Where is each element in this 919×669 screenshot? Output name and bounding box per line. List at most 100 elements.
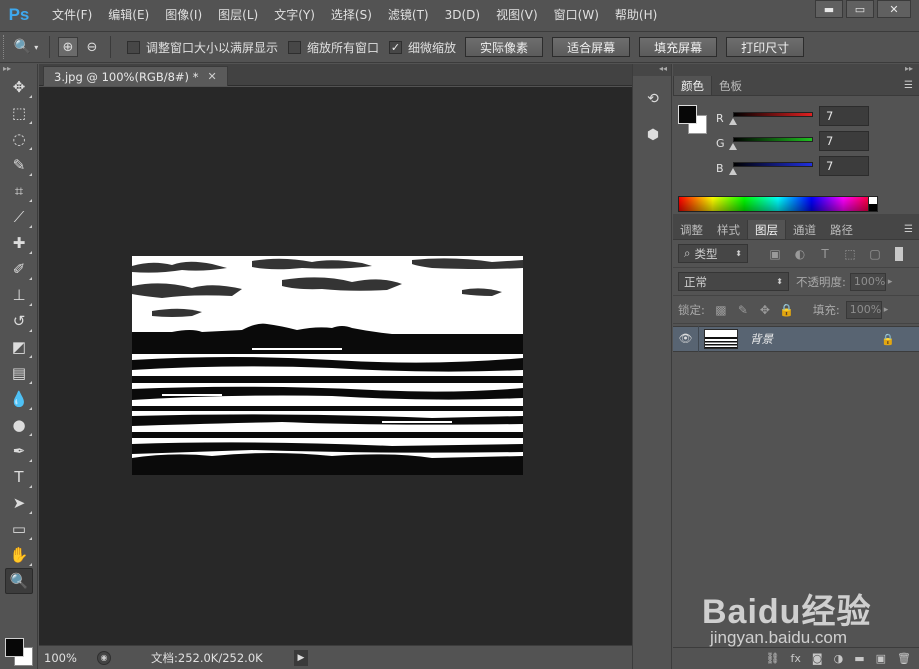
panel-menu-icon[interactable]: ☰ xyxy=(904,224,913,235)
hand-tool-icon[interactable]: ✋ xyxy=(5,542,33,568)
zoom-tool-preset-icon[interactable]: 🔍 ▾ xyxy=(9,36,43,58)
fill-screen-button[interactable]: 填充屏幕 xyxy=(639,37,718,57)
menu-window[interactable]: 窗口(W) xyxy=(546,0,607,30)
marquee-tool-icon[interactable]: ⬚ xyxy=(5,100,33,126)
document-canvas[interactable] xyxy=(132,256,523,475)
pixel-filter-icon[interactable]: ▣ xyxy=(766,247,784,261)
print-size-button[interactable]: 打印尺寸 xyxy=(726,37,805,57)
status-menu-arrow-icon[interactable]: ▶ xyxy=(294,649,308,666)
path-selection-tool-icon[interactable]: ➤ xyxy=(5,490,33,516)
clone-stamp-tool-icon[interactable]: ⊥ xyxy=(5,282,33,308)
tab-swatches[interactable]: 色板 xyxy=(712,76,749,95)
menu-help[interactable]: 帮助(H) xyxy=(607,0,665,30)
history-brush-tool-icon[interactable]: ↺ xyxy=(5,308,33,334)
close-tab-icon[interactable]: ✕ xyxy=(207,70,216,83)
healing-brush-tool-icon[interactable]: ✚ xyxy=(5,230,33,256)
3d-panel-icon[interactable]: ⬢ xyxy=(640,122,666,148)
new-layer-icon[interactable]: ▣ xyxy=(876,652,886,665)
lock-transparency-icon[interactable]: ▩ xyxy=(713,303,729,317)
fx-icon[interactable]: fx xyxy=(791,652,801,665)
check-icon[interactable]: ✓ xyxy=(389,40,403,54)
slider-thumb[interactable] xyxy=(729,118,737,125)
menu-file[interactable]: 文件(F) xyxy=(44,0,100,30)
checkbox-box[interactable] xyxy=(288,40,302,54)
tab-paths[interactable]: 路径 xyxy=(823,220,860,239)
blend-mode-select[interactable]: 正常 ⬍ xyxy=(678,272,789,291)
smart-object-filter-icon[interactable]: ▢ xyxy=(866,247,884,261)
layer-filter-select[interactable]: ⌕ 类型 ⬍ xyxy=(678,244,748,263)
move-tool-icon[interactable]: ✥ xyxy=(5,74,33,100)
opacity-field[interactable]: 100% xyxy=(849,272,886,291)
green-value-field[interactable]: 7 xyxy=(819,131,869,151)
type-tool-icon[interactable]: T xyxy=(5,464,33,490)
slider-thumb[interactable] xyxy=(729,168,737,175)
adjustment-icon[interactable]: ◑ xyxy=(834,652,844,665)
menu-image[interactable]: 图像(I) xyxy=(157,0,210,30)
red-slider[interactable]: R 7 xyxy=(716,106,916,132)
link-icon[interactable]: ⛓ xyxy=(766,652,780,665)
blue-value-field[interactable]: 7 xyxy=(819,156,869,176)
mask-icon[interactable]: ◙ xyxy=(812,652,823,665)
filter-toggle[interactable] xyxy=(895,246,903,261)
checkbox-box[interactable] xyxy=(127,40,140,54)
pen-tool-icon[interactable]: ✒ xyxy=(5,438,33,464)
document-tab[interactable]: 3.jpg @ 100%(RGB/8#) * ✕ xyxy=(43,66,228,86)
fill-dropdown-icon[interactable]: ▸ xyxy=(884,305,889,315)
menu-view[interactable]: 视图(V) xyxy=(488,0,546,30)
collapse-icon[interactable]: ▸▸ xyxy=(0,64,37,74)
folder-icon[interactable]: ▬ xyxy=(854,652,864,665)
lock-all-icon[interactable]: 🔒 xyxy=(779,303,795,317)
zoom-level-field[interactable]: 100% xyxy=(42,649,92,667)
red-track[interactable] xyxy=(733,112,813,117)
scrubby-zoom-checkbox[interactable]: ✓ 细微缩放 xyxy=(389,39,456,56)
menu-type[interactable]: 文字(Y) xyxy=(266,0,323,30)
resize-windows-checkbox[interactable]: 调整窗口大小以满屏显示 xyxy=(127,39,278,56)
adjustment-filter-icon[interactable]: ◐ xyxy=(791,247,809,261)
quick-selection-tool-icon[interactable]: ✎ xyxy=(5,152,33,178)
layer-name[interactable]: 背景 xyxy=(750,331,881,347)
tab-styles[interactable]: 样式 xyxy=(710,220,747,239)
tab-channels[interactable]: 通道 xyxy=(786,220,823,239)
lasso-tool-icon[interactable]: ◌ xyxy=(5,126,33,152)
shape-tool-icon[interactable]: ▭ xyxy=(5,516,33,542)
blue-slider[interactable]: B 7 xyxy=(716,156,916,182)
visibility-eye-icon[interactable]: 👁 xyxy=(673,326,699,352)
color-spectrum-bar[interactable] xyxy=(678,196,878,212)
menu-layer[interactable]: 图层(L) xyxy=(210,0,266,30)
zoom-tool-icon[interactable]: 🔍 xyxy=(5,568,33,594)
zoom-in-icon[interactable]: ⊕ xyxy=(58,37,78,57)
lock-position-icon[interactable]: ✥ xyxy=(757,303,773,317)
zoom-out-icon[interactable]: ⊖ xyxy=(82,37,102,57)
zoom-all-windows-checkbox[interactable]: 缩放所有窗口 xyxy=(288,39,379,56)
history-panel-icon[interactable]: ⟲ xyxy=(640,86,666,112)
foreground-color-swatch[interactable] xyxy=(5,638,24,657)
blur-tool-icon[interactable]: 💧 xyxy=(5,386,33,412)
panel-menu-icon[interactable]: ☰ xyxy=(904,80,913,91)
slider-thumb[interactable] xyxy=(729,143,737,150)
tab-layers[interactable]: 图层 xyxy=(747,220,786,239)
brush-tool-icon[interactable]: ✐ xyxy=(5,256,33,282)
type-filter-icon[interactable]: T xyxy=(816,247,834,261)
gradient-tool-icon[interactable]: ▤ xyxy=(5,360,33,386)
actual-pixels-button[interactable]: 实际像素 xyxy=(465,37,544,57)
menu-edit[interactable]: 编辑(E) xyxy=(100,0,157,30)
menu-select[interactable]: 选择(S) xyxy=(323,0,380,30)
tab-color[interactable]: 颜色 xyxy=(673,76,712,95)
fit-screen-button[interactable]: 适合屏幕 xyxy=(552,37,631,57)
layer-row[interactable]: 👁 背景 🔒 xyxy=(673,326,919,352)
menu-3d[interactable]: 3D(D) xyxy=(437,0,488,30)
green-track[interactable] xyxy=(733,137,813,142)
minimize-button[interactable]: ▬ xyxy=(815,0,843,18)
shape-filter-icon[interactable]: ⬚ xyxy=(841,247,859,261)
fill-field[interactable]: 100% xyxy=(845,300,882,319)
dodge-tool-icon[interactable]: ● xyxy=(5,412,33,438)
crop-tool-icon[interactable]: ⌗ xyxy=(5,178,33,204)
opacity-dropdown-icon[interactable]: ▸ xyxy=(888,277,893,287)
trash-icon[interactable]: 🗑 xyxy=(897,652,911,665)
lock-pixels-icon[interactable]: ✎ xyxy=(735,303,751,317)
maximize-button[interactable]: ▭ xyxy=(846,0,874,18)
eyedropper-tool-icon[interactable]: ⟋ xyxy=(5,204,33,230)
eraser-tool-icon[interactable]: ◩ xyxy=(5,334,33,360)
close-button[interactable]: ✕ xyxy=(877,0,911,18)
tab-adjustments[interactable]: 调整 xyxy=(673,220,710,239)
